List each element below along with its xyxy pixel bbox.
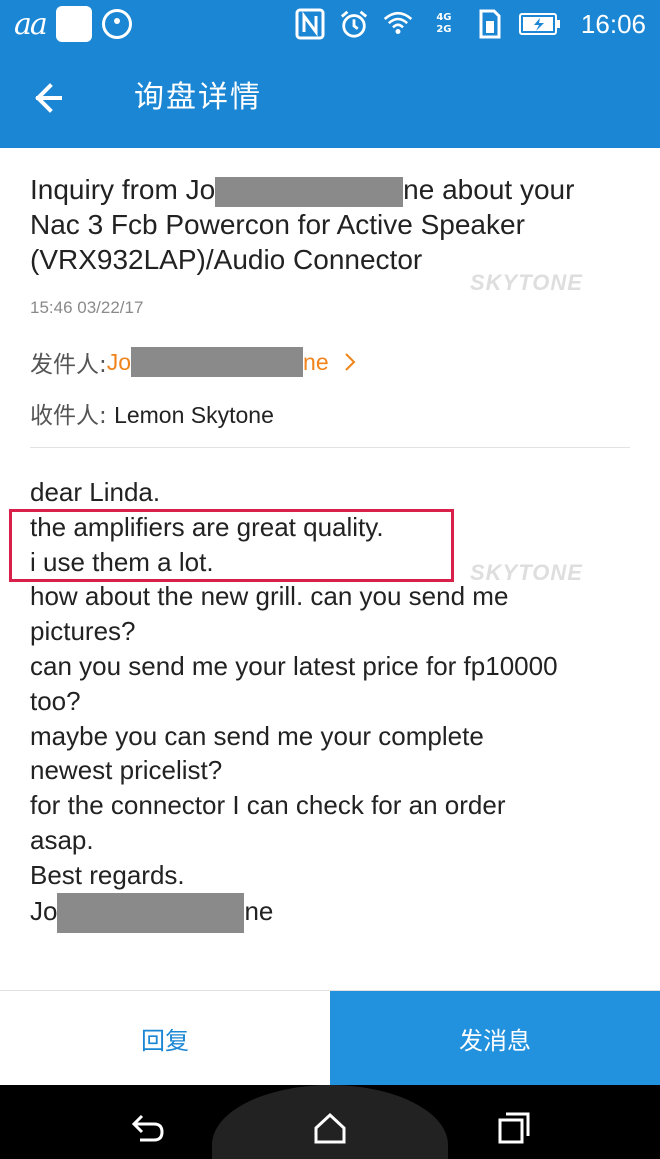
message-line: pictures? xyxy=(30,616,136,647)
nav-home-button[interactable] xyxy=(310,1108,350,1148)
nav-back-button[interactable] xyxy=(128,1108,168,1148)
message-line: maybe you can send me your complete xyxy=(30,720,484,751)
sender-name-prefix: Jo xyxy=(106,348,132,375)
app-bar: 询盘详情 xyxy=(0,48,660,148)
signal-2g-label: 2G xyxy=(436,24,452,35)
sender-name-suffix: ne xyxy=(303,348,329,375)
send-message-button[interactable]: 发消息 xyxy=(330,991,660,1086)
sim-icon xyxy=(475,8,505,40)
highlight-annotation-box xyxy=(9,509,454,582)
signature-prefix: Jo xyxy=(30,895,58,926)
sender-row[interactable]: 发件人: Jo ne xyxy=(30,345,357,379)
inquiry-timestamp: 15:46 03/22/17 xyxy=(30,298,144,317)
message-line: Best regards. xyxy=(30,859,185,890)
redacted-name xyxy=(57,892,245,933)
battery-charging-icon xyxy=(518,8,561,40)
wifi-icon xyxy=(383,8,413,40)
subject-suffix: ne about your xyxy=(403,174,575,205)
signal-4g-label: 4G xyxy=(436,12,452,23)
signature: Jo ne xyxy=(30,892,630,933)
sync-icon xyxy=(101,9,132,39)
message-line: newest pricelist? xyxy=(30,755,223,786)
square-notification-icon xyxy=(55,6,92,42)
back-icon xyxy=(131,1114,164,1142)
status-right-icons: 4G 2G 16:06 xyxy=(295,6,646,42)
subject-prefix: Inquiry from Jo xyxy=(30,174,216,205)
recipient-label: 收件人: xyxy=(30,403,115,429)
home-icon xyxy=(314,1112,346,1144)
status-left-icons: aa xyxy=(14,6,132,42)
message-line: too? xyxy=(30,685,81,716)
subject-line-2: Nac 3 Fcb Powercon for Active Speaker xyxy=(30,209,525,240)
sender-label: 发件人: xyxy=(30,352,107,378)
recipient-row: 收件人: Lemon Skytone xyxy=(30,396,274,430)
status-bar: aa 4G 2G 16:06 xyxy=(0,0,660,48)
signature-suffix: ne xyxy=(244,895,274,926)
page-title: 询盘详情 xyxy=(134,80,262,115)
message-line: dear Linda. xyxy=(30,477,161,507)
inquiry-subject: Inquiry from Jo ne about your Nac 3 Fcb P… xyxy=(30,172,630,277)
message-line: for the connector I can check for an ord… xyxy=(30,790,506,821)
signal-icon: 4G 2G xyxy=(427,8,461,40)
recent-apps-icon xyxy=(498,1112,530,1144)
nav-recents-button[interactable] xyxy=(494,1108,534,1148)
message-line: asap. xyxy=(30,824,94,855)
app-notification-icon: aa xyxy=(14,6,48,42)
reply-button[interactable]: 回复 xyxy=(0,991,330,1086)
status-time: 16:06 xyxy=(580,8,646,39)
nfc-icon xyxy=(295,8,325,40)
chevron-right-icon xyxy=(344,353,356,371)
alarm-icon xyxy=(339,8,369,40)
redacted-name xyxy=(131,347,304,377)
redacted-name xyxy=(215,176,404,207)
message-line: can you send me your latest price for fp… xyxy=(30,650,558,681)
recipient-name: Lemon Skytone xyxy=(114,402,274,428)
divider xyxy=(30,447,630,448)
action-bar: 回复 发消息 xyxy=(0,990,660,1086)
subject-line-3: (VRX932LAP)/Audio Connector xyxy=(30,244,423,275)
back-button[interactable] xyxy=(30,76,74,120)
back-arrow-icon xyxy=(35,83,62,113)
message-line: how about the new grill. can you send me xyxy=(30,581,509,612)
